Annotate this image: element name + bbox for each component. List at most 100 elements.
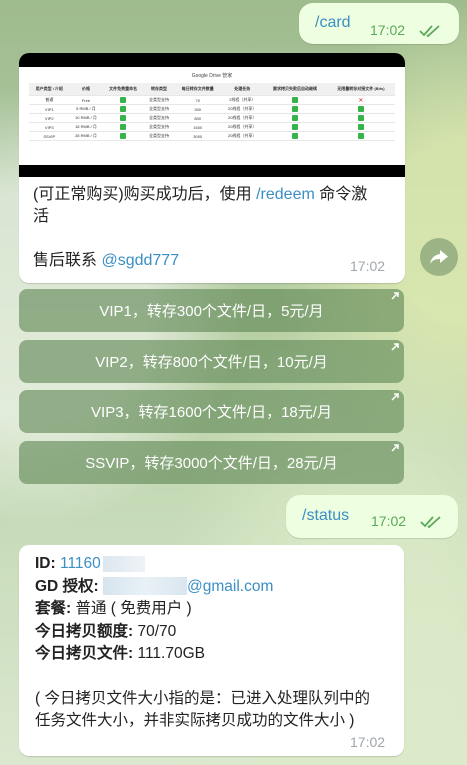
pricing-table: 用户类型 \ 介绍 价格 文件免费重命名 转存类型 每日转存文件数量 处理任务 要求拷贝失败… (29, 83, 395, 141)
status-files-label: 今日拷贝文件: (35, 645, 138, 662)
status-files-value: 111.70GB (137, 645, 205, 662)
bot-message-status: ID: 11160 GD 授权: @gmail.com 套餐: 普通 ( 免费用… (19, 545, 404, 756)
double-check-icon (420, 516, 441, 529)
table-header-cell: 用户类型 \ 介绍 (29, 83, 70, 96)
card-line2: 活 (33, 208, 50, 225)
inline-button-arrow-icon (391, 292, 399, 300)
inline-button-ssvip[interactable]: SSVIP，转存3000个文件/日，28元/月 (19, 441, 404, 484)
inline-button-vip3[interactable]: VIP3，转存1600个文件/日，18元/月 (19, 390, 404, 433)
table-cell: 20线程（共享） (221, 122, 264, 132)
check-icon (102, 113, 144, 123)
inline-button-label: SSVIP，转存3000个文件/日，28元/月 (85, 455, 338, 472)
contact-label: 售后联系 (33, 252, 102, 269)
redacted-area (102, 555, 145, 572)
table-cell: 70 (174, 95, 222, 105)
table-header-cell: 无限量转存对接文件 (Bits) (326, 83, 395, 96)
table-header-cell: 文件免费重命名 (102, 83, 144, 96)
cross-icon: ✕ (326, 95, 395, 105)
message-command-text[interactable]: /status (302, 507, 349, 525)
table-cell: 18 RMB / 月 (69, 122, 103, 132)
pricing-table-image[interactable]: Google Drive 管家 用户类型 \ 介绍 价格 文件免费重命名 转存类型 每日… (19, 53, 405, 177)
message-command-text[interactable]: /card (315, 14, 351, 32)
status-id-value[interactable]: 11160 (60, 555, 101, 572)
status-quota-label: 今日拷贝额度: (35, 622, 138, 640)
double-check-icon (419, 25, 440, 38)
status-plan-label: 套餐: (35, 600, 76, 617)
bot-message-card: Google Drive 管家 用户类型 \ 介绍 价格 文件免费重命名 转存类型 每日… (19, 53, 405, 283)
table-header-cell: 转存类型 (143, 83, 175, 96)
table-cell: 全类型支持 (143, 131, 175, 141)
check-icon (263, 113, 327, 123)
inline-button-label: VIP1，转存300个文件/日，5元/月 (99, 303, 324, 320)
redeem-command-link[interactable]: /redeem (256, 186, 315, 203)
status-plan-row: 套餐: 普通 ( 免费用户 ) (35, 598, 370, 621)
status-gd-label: GD 授权: (35, 577, 104, 595)
card-line1-prefix: (可正常购买)购买成功后，使用 (33, 186, 257, 203)
check-icon (326, 122, 395, 132)
table-header-cell: 处理任务 (221, 83, 264, 96)
inline-button-arrow-icon (391, 393, 399, 401)
table-cell: 5 RMB / 月 (69, 104, 103, 114)
table-row: SSVIP 28 RMB / 月 全类型支持 3000 20线程（共享） (29, 131, 395, 141)
table-cell: VIP1 (29, 104, 70, 114)
table-cell: 3000 (174, 131, 222, 141)
table-header-cell: 价格 (69, 83, 103, 96)
status-quota-value: 70/70 (137, 622, 177, 640)
card-line1-suffix: 命令激 (314, 186, 368, 203)
status-details: ID: 11160 GD 授权: @gmail.com 套餐: 普通 ( 免费用… (35, 553, 370, 733)
table-row: VIP1 5 RMB / 月 全类型支持 300 20线程（共享） (29, 104, 395, 114)
table-cell: 800 (174, 113, 222, 123)
table-cell: VIP3 (29, 122, 70, 132)
check-icon (102, 122, 144, 132)
status-note-line2: 任务文件大小，并非实际拷贝成功的文件大小 ) (35, 712, 355, 729)
table-cell: 20线程（共享） (221, 104, 264, 114)
share-button[interactable] (420, 238, 458, 276)
message-timestamp: 17:02 (371, 513, 407, 529)
table-cell: 普通 (29, 95, 70, 105)
table-cell: 20线程（共享） (221, 131, 264, 141)
status-note-line1: ( 今日拷贝文件大小指的是：已进入处理队列中的 (35, 689, 370, 707)
outgoing-message-card-command: /card 17:02 (299, 3, 459, 44)
message-timestamp: 17:02 (370, 22, 406, 38)
check-icon (263, 122, 327, 132)
outgoing-message-status-command: /status 17:02 (286, 495, 458, 538)
message-timestamp: 17:02 (350, 258, 386, 274)
inline-button-label: VIP2，转存800个文件/日，10元/月 (95, 354, 328, 371)
check-icon (263, 131, 327, 141)
check-icon (102, 95, 144, 105)
table-cell: 全类型支持 (143, 113, 175, 123)
check-icon (102, 131, 144, 141)
status-gd-row: GD 授权: @gmail.com (35, 576, 370, 599)
table-cell: 28 RMB / 月 (69, 131, 103, 141)
check-icon (263, 104, 327, 114)
table-row: VIP3 18 RMB / 月 全类型支持 1600 20线程（共享） (29, 122, 395, 132)
status-plan-value: 普通 ( 免费用户 ) (75, 600, 192, 617)
status-id-label: ID: (35, 555, 60, 572)
inline-button-label: VIP3，转存1600个文件/日，18元/月 (91, 404, 332, 421)
table-cell: VIP2 (29, 113, 70, 123)
status-files-row: 今日拷贝文件: 111.70GB (35, 643, 370, 666)
table-cell: 300 (174, 104, 222, 114)
check-icon (326, 104, 395, 114)
inline-button-arrow-icon (391, 444, 399, 452)
check-icon (263, 95, 327, 105)
inline-button-vip1[interactable]: VIP1，转存300个文件/日，5元/月 (19, 289, 404, 332)
check-icon (326, 131, 395, 141)
table-cell: Free (69, 95, 103, 105)
table-header-cell: 每日转存文件数量 (174, 83, 222, 96)
table-cell: 全类型支持 (143, 104, 175, 114)
inline-button-arrow-icon (391, 343, 399, 351)
table-row: VIP2 10 RMB / 月 全类型支持 800 20线程（共享） (29, 113, 395, 123)
table-cell: 全类型支持 (143, 95, 175, 105)
check-icon (102, 104, 144, 114)
share-icon (430, 250, 448, 264)
status-quota-row: 今日拷贝额度: 70/70 (35, 621, 370, 644)
status-gd-email[interactable]: @gmail.com (187, 578, 273, 595)
table-cell: 10 RMB / 月 (69, 113, 103, 123)
table-row: 普通 Free 全类型支持 70 2线程（共享） ✕ (29, 95, 395, 105)
contact-username-link[interactable]: @sgdd777 (101, 252, 179, 269)
table-cell: SSVIP (29, 131, 70, 141)
inline-button-vip2[interactable]: VIP2，转存800个文件/日，10元/月 (19, 340, 404, 383)
table-header-cell: 要求拷贝失败后自动继续 (263, 83, 327, 96)
table-cell: 20线程（共享） (221, 113, 264, 123)
